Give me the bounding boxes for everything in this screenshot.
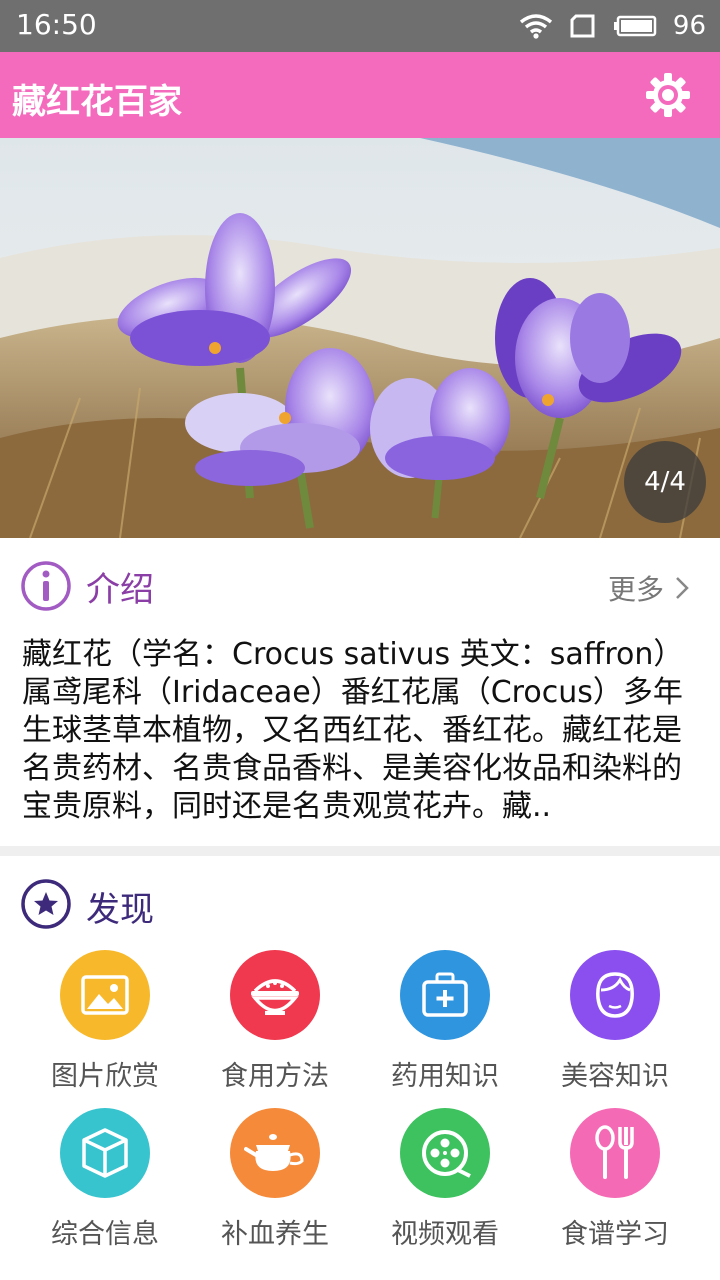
more-link[interactable]: 更多 — [608, 568, 690, 608]
battery-level: 96 — [672, 11, 706, 41]
face-icon — [570, 950, 660, 1040]
discover-item-label: 综合信息 — [51, 1219, 159, 1250]
intro-section-header: 介绍 更多 — [0, 538, 720, 634]
section-divider — [0, 846, 720, 856]
intro-description: 藏红花（学名：Crocus sativus 英文：saffron）属鸢尾科（Ir… — [22, 637, 684, 824]
medical-kit-icon — [400, 950, 490, 1040]
discover-section-header: 发现 — [0, 856, 720, 952]
spoon-fork-icon — [570, 1108, 660, 1198]
discover-item-info[interactable]: 综合信息 — [20, 1106, 190, 1264]
banner-carousel[interactable]: 4/4 — [0, 138, 720, 538]
discover-item-label: 药用知识 — [391, 1061, 499, 1092]
discover-item-eating[interactable]: 食用方法 — [190, 948, 360, 1106]
chevron-right-icon — [676, 577, 689, 599]
image-icon — [60, 950, 150, 1040]
discover-grid: 图片欣赏 食用方法 药用知识 美容知识 综合信息 补血养生 视频观看 食谱学习 — [20, 948, 700, 1268]
wifi-icon — [519, 14, 552, 39]
bowl-icon — [230, 950, 320, 1040]
discover-item-picture[interactable]: 图片欣赏 — [20, 948, 190, 1106]
status-bar: 16:50 96 — [0, 0, 720, 52]
discover-item-beauty[interactable]: 美容知识 — [530, 948, 700, 1106]
banner-page-indicator: 4/4 — [624, 441, 706, 523]
info-icon — [21, 561, 71, 611]
discover-item-recipe[interactable]: 食谱学习 — [530, 1106, 700, 1264]
more-label: 更多 — [607, 573, 664, 606]
discover-item-health[interactable]: 补血养生 — [190, 1106, 360, 1264]
film-reel-icon — [400, 1108, 490, 1198]
discover-title: 发现 — [86, 890, 154, 930]
teapot-icon — [230, 1108, 320, 1198]
star-icon — [21, 879, 71, 929]
app-bar: 藏红花百家 — [0, 52, 720, 138]
settings-gear-icon[interactable] — [644, 71, 692, 119]
discover-item-medical[interactable]: 药用知识 — [360, 948, 530, 1106]
battery-icon — [613, 15, 657, 37]
discover-item-label: 视频观看 — [391, 1219, 499, 1250]
status-time: 16:50 — [16, 8, 97, 41]
status-icons: 96 — [519, 8, 706, 44]
discover-item-label: 图片欣赏 — [51, 1061, 159, 1092]
discover-item-label: 补血养生 — [221, 1219, 329, 1250]
intro-title: 介绍 — [86, 570, 154, 610]
app-title: 藏红花百家 — [12, 82, 182, 122]
discover-item-label: 食谱学习 — [561, 1219, 669, 1250]
discover-item-label: 美容知识 — [561, 1061, 669, 1092]
cube-icon — [60, 1108, 150, 1198]
no-sim-icon — [570, 14, 595, 38]
crocus-flowers-image — [0, 138, 720, 538]
discover-item-video[interactable]: 视频观看 — [360, 1106, 530, 1264]
discover-item-label: 食用方法 — [221, 1061, 329, 1092]
